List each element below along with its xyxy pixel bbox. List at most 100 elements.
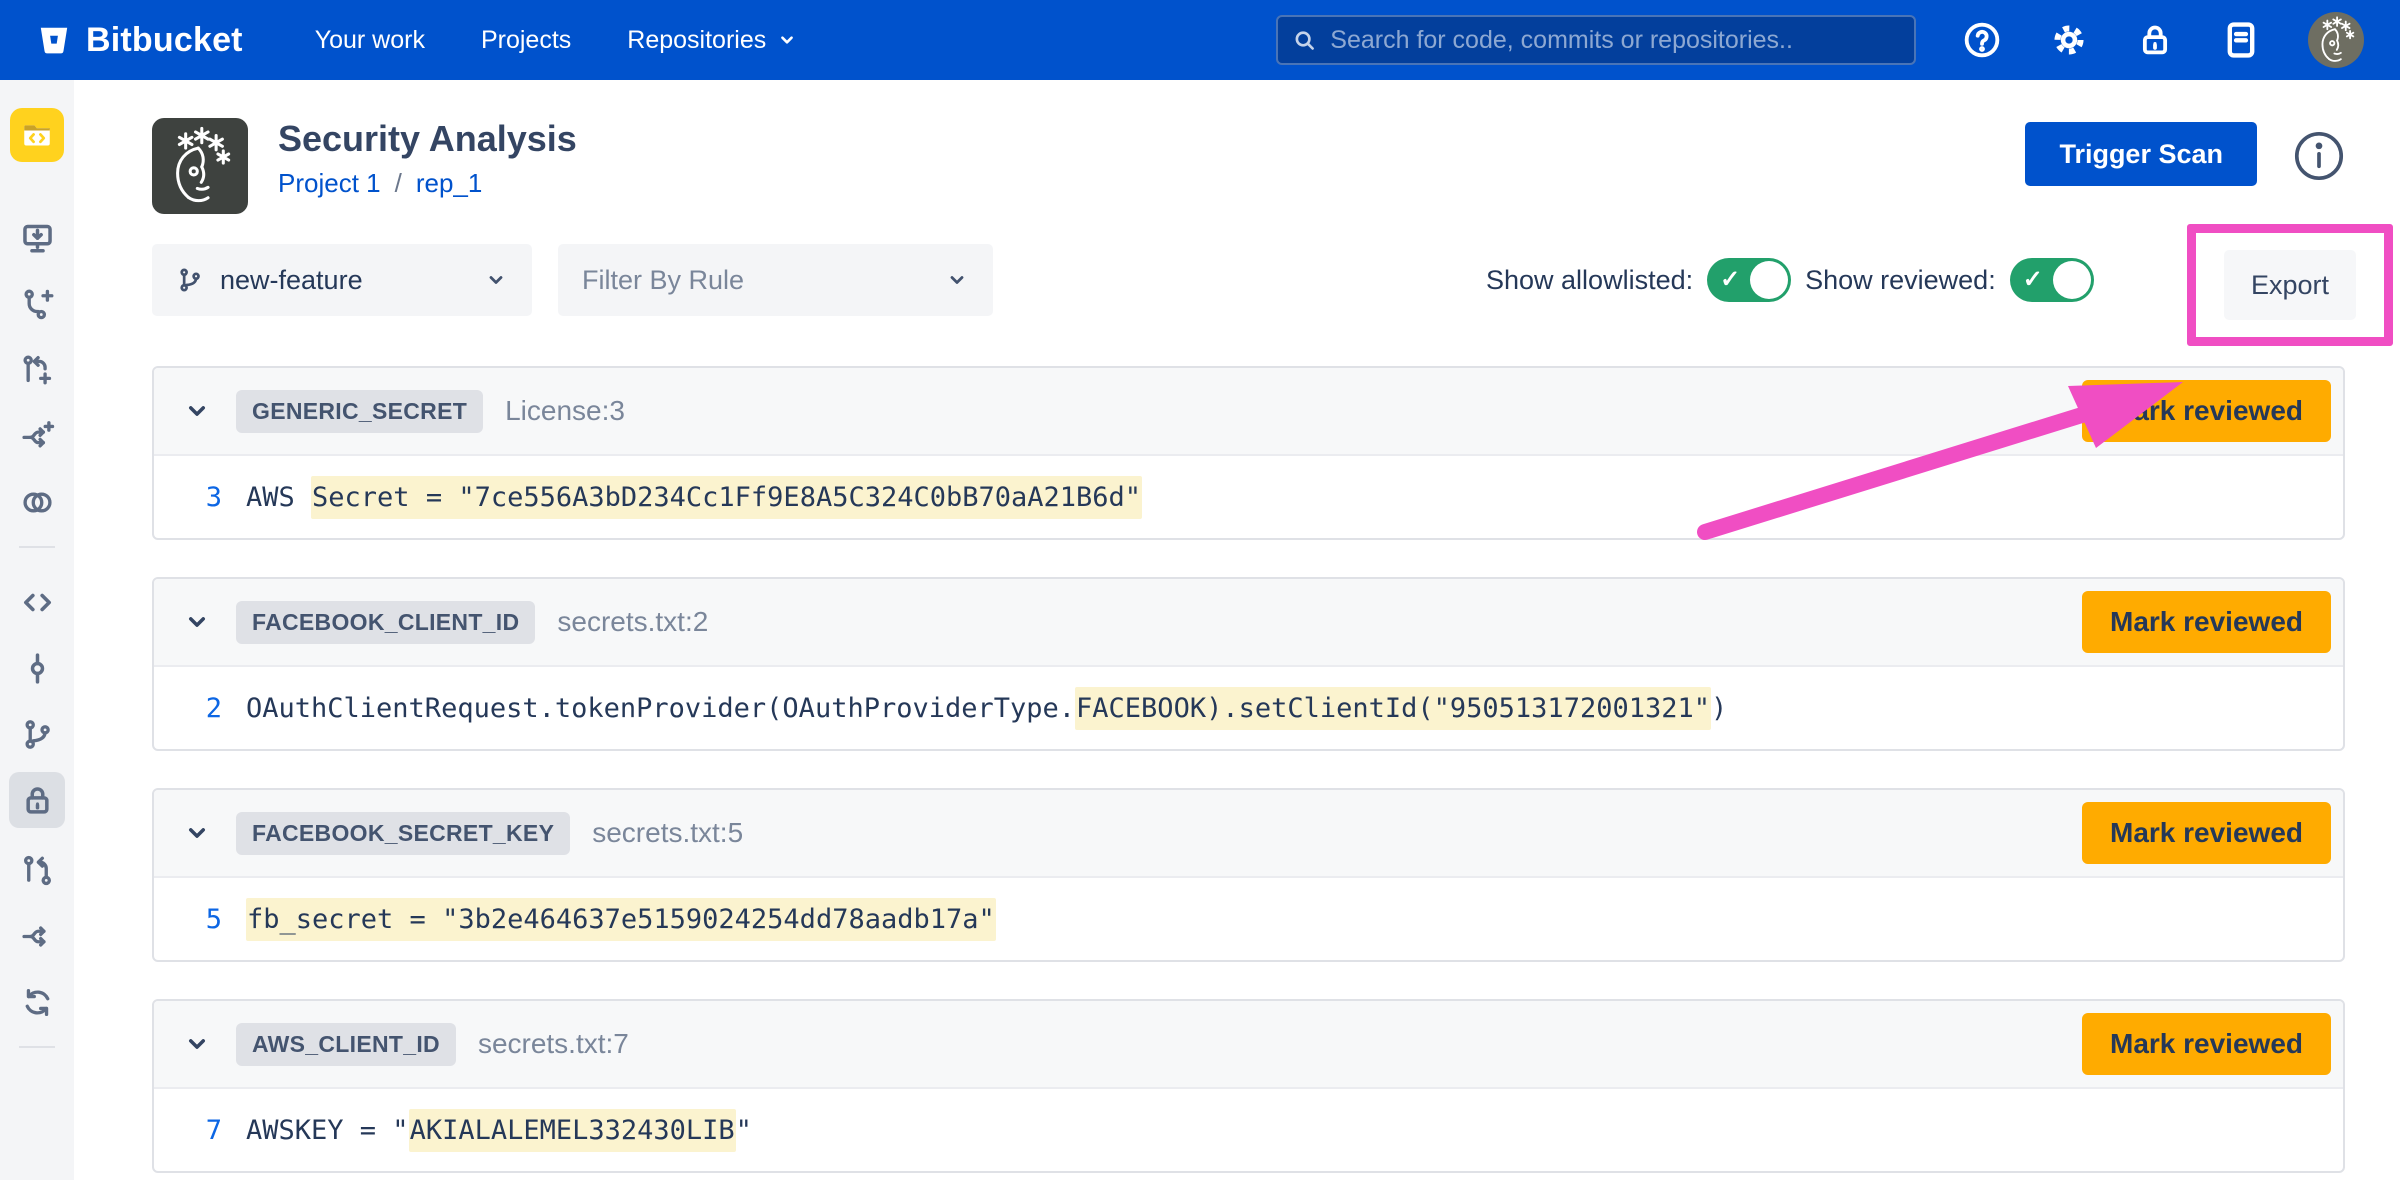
repository-avatar[interactable] (10, 108, 64, 162)
info-icon[interactable] (2293, 130, 2345, 182)
code-line: fb_secret = "3b2e464637e5159024254dd78aa… (246, 904, 996, 935)
compare-circles-icon (20, 485, 55, 520)
finding-header: AWS_CLIENT_ID secrets.txt:7 Mark reviewe… (154, 1001, 2343, 1089)
sidebar-item-security[interactable] (9, 772, 65, 828)
branch-selector-dropdown[interactable]: new-feature (152, 244, 532, 316)
search-icon (1292, 27, 1316, 53)
nav-links: Your work Projects Repositories (315, 26, 799, 55)
finding-location: License:3 (505, 395, 625, 427)
sidebar-divider (19, 546, 55, 548)
chevron-down-icon (945, 268, 969, 292)
code-prefix: AWS (246, 482, 311, 513)
rule-filter-dropdown[interactable]: Filter By Rule (558, 244, 993, 316)
annotation-highlight-box: Export (2187, 224, 2393, 346)
secret-highlight: FACEBOOK).setClientId("950513172001321" (1075, 687, 1711, 730)
sidebar-item-commits[interactable] (15, 648, 59, 688)
collapse-chevron-icon[interactable] (182, 818, 212, 848)
sidebar-item-source[interactable] (15, 582, 59, 622)
code-line-number: 5 (196, 904, 222, 935)
mark-reviewed-button[interactable]: Mark reviewed (2082, 380, 2331, 442)
show-reviewed-toggle[interactable]: ✓ (2010, 258, 2094, 302)
code-line-number: 3 (196, 482, 222, 513)
show-allowlisted-toggle[interactable]: ✓ (1707, 258, 1791, 302)
secret-highlight: fb_secret = "3b2e464637e5159024254dd78aa… (246, 898, 996, 941)
chevron-down-icon (776, 29, 798, 51)
mark-reviewed-button[interactable]: Mark reviewed (2082, 802, 2331, 864)
code-line-number: 7 (196, 1115, 222, 1146)
main-content: Security Analysis Project 1 / rep_1 Trig… (74, 80, 2400, 1180)
collapse-chevron-icon[interactable] (182, 396, 212, 426)
avatar-face-art-icon (2310, 14, 2362, 66)
code-line: AWS Secret = "7ce556A3bD234Cc1Ff9E8A5C32… (246, 482, 1142, 513)
breadcrumb: Project 1 / rep_1 (278, 168, 577, 199)
finding-code-row: 2 OAuthClientRequest.tokenProvider(OAuth… (154, 667, 2343, 749)
finding-code-row: 7 AWSKEY = "AKIALALEMEL332430LIB" (154, 1089, 2343, 1171)
nav-item-your-work[interactable]: Your work (315, 26, 425, 55)
help-icon[interactable] (1962, 20, 2002, 60)
chevron-down-icon (484, 268, 508, 292)
sidebar-item-forks[interactable] (15, 916, 59, 956)
sidebar-item-clone[interactable] (15, 218, 59, 258)
user-avatar[interactable] (2308, 12, 2364, 68)
code-line-number: 2 (196, 693, 222, 724)
gear-icon[interactable] (2048, 19, 2090, 61)
code-line: AWSKEY = "AKIALALEMEL332430LIB" (246, 1115, 752, 1146)
finding-header: FACEBOOK_CLIENT_ID secrets.txt:2 Mark re… (154, 579, 2343, 667)
search-input[interactable] (1328, 25, 1900, 56)
mark-reviewed-button[interactable]: Mark reviewed (2082, 1013, 2331, 1075)
findings-list: GENERIC_SECRET License:3 Mark reviewed 3… (152, 366, 2345, 1173)
code-suffix: " (736, 1115, 752, 1146)
feedback-icon[interactable] (2220, 19, 2262, 61)
breadcrumb-project-link[interactable]: Project 1 (278, 168, 381, 199)
sidebar-item-create-fork[interactable] (15, 416, 59, 456)
page-header: Security Analysis Project 1 / rep_1 Trig… (152, 118, 2345, 214)
lock-icon (20, 783, 55, 818)
code-prefix: AWSKEY = " (246, 1115, 409, 1146)
collapse-chevron-icon[interactable] (182, 607, 212, 637)
collapse-chevron-icon[interactable] (182, 1029, 212, 1059)
rule-badge: FACEBOOK_SECRET_KEY (236, 812, 570, 855)
brand-name: Bitbucket (86, 21, 243, 60)
export-button[interactable]: Export (2224, 250, 2356, 320)
fork-icon (20, 919, 55, 954)
bitbucket-bucket-icon (36, 22, 72, 58)
branch-icon (20, 717, 55, 752)
branch-icon (176, 266, 204, 294)
toggle-knob (2053, 261, 2091, 299)
branch-plus-icon (20, 287, 55, 322)
sidebar-item-create-pull-request[interactable] (15, 350, 59, 390)
trigger-scan-button[interactable]: Trigger Scan (2025, 122, 2257, 186)
code-line: OAuthClientRequest.tokenProvider(OAuthPr… (246, 693, 1727, 724)
global-search[interactable] (1276, 15, 1916, 65)
clone-icon (20, 221, 55, 256)
sidebar-item-compare[interactable] (15, 482, 59, 522)
sidebar-item-builds[interactable] (15, 982, 59, 1022)
finding-code-row: 5 fb_secret = "3b2e464637e5159024254dd78… (154, 878, 2343, 960)
check-icon: ✓ (1720, 268, 1740, 292)
nav-item-projects[interactable]: Projects (481, 26, 571, 55)
finding-card: FACEBOOK_SECRET_KEY secrets.txt:5 Mark r… (152, 788, 2345, 962)
sidebar-divider (19, 1046, 55, 1048)
admin-lock-icon[interactable] (2136, 21, 2174, 59)
sidebar-item-pull-requests[interactable] (15, 850, 59, 890)
avatar-face-art-icon (157, 123, 243, 209)
finding-header: GENERIC_SECRET License:3 Mark reviewed (154, 368, 2343, 456)
sidebar-item-create-branch[interactable] (15, 284, 59, 324)
rule-filter-placeholder: Filter By Rule (582, 265, 929, 296)
sidebar-item-branches[interactable] (15, 714, 59, 754)
check-icon: ✓ (2023, 268, 2043, 292)
finding-location: secrets.txt:7 (478, 1028, 629, 1060)
nav-right-group (1276, 12, 2364, 68)
rule-badge: GENERIC_SECRET (236, 390, 483, 433)
nav-item-repositories[interactable]: Repositories (627, 26, 798, 55)
pull-request-plus-icon (20, 353, 55, 388)
finding-card: AWS_CLIENT_ID secrets.txt:7 Mark reviewe… (152, 999, 2345, 1173)
bitbucket-logo[interactable]: Bitbucket (36, 21, 243, 60)
mark-reviewed-button[interactable]: Mark reviewed (2082, 591, 2331, 653)
finding-card: GENERIC_SECRET License:3 Mark reviewed 3… (152, 366, 2345, 540)
breadcrumb-repo-link[interactable]: rep_1 (416, 168, 483, 199)
page-title: Security Analysis (278, 118, 577, 160)
secret-highlight: Secret = "7ce556A3bD234Cc1Ff9E8A5C324C0b… (311, 476, 1142, 519)
code-suffix: ) (1711, 693, 1727, 724)
repo-folder-code-icon (20, 118, 54, 152)
